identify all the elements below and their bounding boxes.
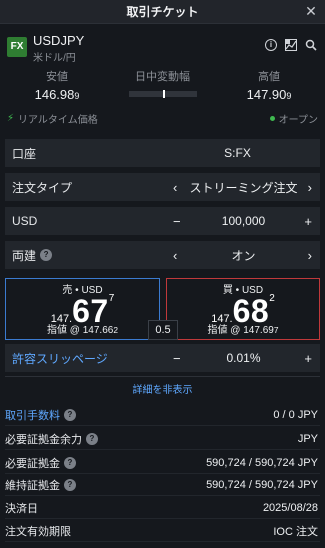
order-type-next-icon[interactable]: ›: [308, 180, 312, 195]
help-icon[interactable]: ?: [86, 432, 98, 445]
amount-plus-button[interactable]: +: [304, 214, 312, 229]
amount-minus-button[interactable]: −: [173, 214, 181, 229]
detail-label-group: 注文有効期限: [5, 523, 71, 539]
price-stats: 安値 146.989 日中変動幅 高値 147.909 ⚡ リアルタイム価格 オ…: [0, 64, 325, 132]
close-icon[interactable]: ✕: [303, 3, 319, 19]
amount-currency-label: USD: [12, 214, 38, 228]
low-stat: 安値 146.989: [22, 68, 92, 102]
instrument-symbol[interactable]: USDJPY: [33, 33, 84, 48]
order-type-label: 注文タイプ: [12, 180, 73, 195]
slippage-plus-button[interactable]: +: [304, 351, 312, 366]
detail-label: 必要証拠金余力: [5, 433, 82, 446]
chart-icon[interactable]: [285, 39, 297, 51]
status-dot-icon: [269, 116, 275, 121]
detail-value: IOC 注文: [273, 525, 318, 538]
order-type-prev-icon[interactable]: ‹: [173, 180, 177, 195]
search-icon[interactable]: [305, 39, 317, 51]
slippage-minus-button[interactable]: −: [173, 351, 181, 366]
detail-label-group: 維持証拠金?: [5, 477, 76, 493]
detail-label-group: 必要証拠金?: [5, 455, 76, 471]
buy-price-sup: 2: [269, 293, 275, 304]
info-icon[interactable]: i: [265, 39, 277, 51]
high-value-small: 9: [286, 91, 292, 101]
hedge-row: 両建 ? ‹ オン ›: [5, 241, 320, 269]
high-value: 147.90: [246, 87, 287, 102]
hedge-label: 両建: [12, 248, 37, 263]
sell-limit-label: 指値 @ 147.66: [47, 325, 114, 336]
sell-limit: 指値 @ 147.662: [6, 321, 159, 336]
buy-limit-label: 指値 @ 147.69: [207, 325, 274, 336]
order-type-value: ストリーミング注文: [189, 180, 298, 195]
detail-value: JPY: [297, 432, 318, 445]
detail-label[interactable]: 取引手数料: [5, 407, 60, 423]
detail-row: 注文有効期限 IOC 注文: [5, 520, 320, 542]
spread-value: 0.5: [148, 320, 178, 340]
detail-label-group: 取引手数料?: [5, 407, 76, 423]
detail-label: 注文有効期限: [5, 525, 71, 538]
slippage-label[interactable]: 許容スリッページ: [12, 350, 108, 367]
high-stat: 高値 147.909: [233, 68, 305, 102]
realtime-indicator: ⚡ リアルタイム価格: [7, 111, 98, 126]
hide-details-button[interactable]: 詳細を非表示: [0, 381, 325, 396]
help-icon[interactable]: ?: [64, 478, 76, 491]
low-label: 安値: [46, 71, 68, 83]
hedge-value: オン: [231, 248, 256, 263]
range-marker: [162, 90, 165, 98]
sell-price-sup: 7: [108, 293, 115, 304]
instrument-subtitle: 米ドル/円: [33, 53, 76, 64]
detail-row: 維持証拠金? 590,724 / 590,724 JPY: [5, 474, 320, 496]
high-label: 高値: [258, 71, 280, 83]
range-label: 日中変動幅: [135, 71, 190, 83]
detail-value: 2025/08/28: [262, 501, 318, 514]
help-icon[interactable]: ?: [64, 408, 76, 421]
window-title: 取引チケット: [126, 5, 199, 19]
lightning-icon: ⚡: [7, 113, 15, 124]
slippage-row: 許容スリッページ − 0.01% +: [5, 344, 320, 372]
account-row[interactable]: 口座 S:FX: [5, 139, 320, 167]
buy-limit-small: 7: [273, 325, 279, 335]
buy-limit: 指値 @ 147.697: [167, 321, 319, 336]
detail-label: 決済日: [5, 502, 38, 515]
hedge-prev-icon[interactable]: ‹: [173, 248, 177, 263]
sell-button[interactable]: 売 • USD 147.677 指値 @ 147.662: [5, 278, 160, 340]
fx-badge: FX: [7, 37, 27, 57]
low-value-small: 9: [74, 91, 80, 101]
hedge-label-group: 両建 ?: [12, 247, 53, 264]
detail-label-group: 必要証拠金余力?: [5, 431, 98, 447]
amount-row: USD − 100,000 +: [5, 207, 320, 235]
market-status-label: オープン: [278, 115, 318, 126]
detail-label: 維持証拠金: [5, 479, 60, 492]
help-icon[interactable]: ?: [40, 249, 53, 261]
detail-value: 590,724 / 590,724 JPY: [206, 478, 318, 491]
detail-row: 取引手数料? 0 / 0 JPY: [5, 404, 320, 426]
hedge-next-icon[interactable]: ›: [308, 248, 312, 263]
account-value[interactable]: S:FX: [155, 146, 320, 160]
low-value: 146.98: [34, 87, 75, 102]
detail-value: 0 / 0 JPY: [273, 408, 318, 421]
realtime-label: リアルタイム価格: [18, 115, 98, 126]
title-bar: 取引チケット ✕: [0, 0, 325, 24]
detail-label: 必要証拠金: [5, 457, 60, 470]
divider: [5, 376, 320, 377]
account-label: 口座: [12, 146, 37, 161]
detail-row: 必要証拠金? 590,724 / 590,724 JPY: [5, 452, 320, 474]
detail-row: 決済日 2025/08/28: [5, 497, 320, 519]
detail-row: 必要証拠金余力? JPY: [5, 428, 320, 450]
detail-value: 590,724 / 590,724 JPY: [206, 456, 318, 469]
instrument-header: FX USDJPY 米ドル/円 i: [0, 24, 325, 64]
slippage-input[interactable]: 0.01%: [185, 351, 302, 365]
range-stat: 日中変動幅: [120, 68, 205, 98]
help-icon[interactable]: ?: [64, 456, 76, 469]
amount-input[interactable]: 100,000: [185, 214, 302, 228]
range-bar: [128, 90, 197, 98]
buy-button[interactable]: 買 • USD 147.682 指値 @ 147.697: [166, 278, 320, 340]
detail-label-group: 決済日: [5, 500, 38, 516]
order-type-row: 注文タイプ ‹ ストリーミング注文 ›: [5, 173, 320, 201]
market-status: オープン: [269, 111, 318, 126]
sell-limit-small: 2: [113, 325, 118, 335]
